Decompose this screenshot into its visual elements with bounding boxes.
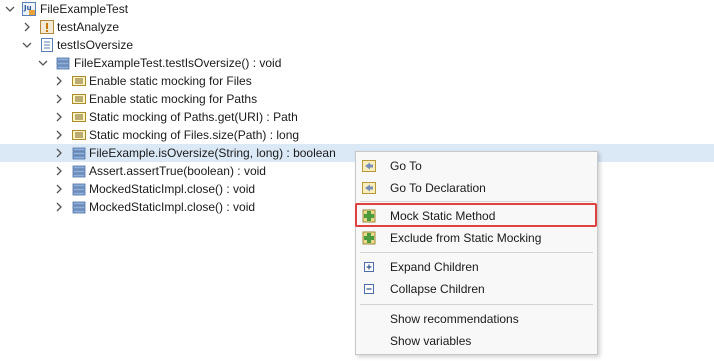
chevron-down-icon[interactable]: [5, 4, 15, 14]
go-to-icon: [362, 159, 376, 173]
menu-item-label: Expand Children: [390, 260, 479, 274]
chevron-right-icon[interactable]: [54, 94, 64, 104]
menu-item-collapse-children[interactable]: Collapse Children: [356, 278, 597, 300]
tree-item-label: FileExample.isOversize(String, long) : b…: [89, 146, 336, 160]
chevron-right-icon[interactable]: [54, 130, 64, 140]
menu-item-show-recommendations[interactable]: Show recommendations: [356, 308, 597, 330]
static-mock-icon: [72, 92, 86, 106]
menu-item-label: Show recommendations: [390, 312, 519, 326]
method-stack-icon: [72, 200, 86, 214]
tree-item-test-is-oversize[interactable]: testIsOversize: [0, 36, 714, 54]
method-stack-icon: [72, 146, 86, 160]
tree-item-label: FileExampleTest.testIsOversize() : void: [74, 56, 282, 70]
tree-item-label: Enable static mocking for Paths: [89, 92, 258, 106]
menu-item-label: Collapse Children: [390, 282, 485, 296]
test-class-icon: Ju: [22, 2, 36, 16]
static-mock-icon: [72, 128, 86, 142]
chevron-right-icon[interactable]: [54, 148, 64, 158]
static-mock-icon: [72, 74, 86, 88]
chevron-down-icon[interactable]: [22, 40, 32, 50]
method-stack-icon: [72, 182, 86, 196]
tree-item-child[interactable]: Enable static mocking for Paths: [0, 90, 714, 108]
tree-item-label: Static mocking of Files.size(Path) : lon…: [89, 128, 300, 142]
menu-item-go-to-declaration[interactable]: Go To Declaration: [356, 177, 597, 199]
menu-separator: [360, 252, 593, 253]
tree-root-label: FileExampleTest: [40, 2, 129, 16]
chevron-right-icon[interactable]: [22, 22, 32, 32]
menu-item-label: Exclude from Static Mocking: [390, 231, 542, 245]
tree-item-label: MockedStaticImpl.close() : void: [89, 200, 256, 214]
menu-separator: [360, 304, 593, 305]
tree-item-child[interactable]: Static mocking of Files.size(Path) : lon…: [0, 126, 714, 144]
tree-item-label: testIsOversize: [57, 38, 134, 52]
tree-item-child[interactable]: Enable static mocking for Files: [0, 72, 714, 90]
tree-item-label: Assert.assertTrue(boolean) : void: [89, 164, 266, 178]
method-stack-icon: [56, 56, 70, 70]
highlight-box: [355, 203, 597, 227]
tree-item-method[interactable]: FileExampleTest.testIsOversize() : void: [0, 54, 714, 72]
document-icon: [40, 38, 54, 52]
chevron-right-icon[interactable]: [54, 184, 64, 194]
chevron-right-icon[interactable]: [54, 112, 64, 122]
menu-item-go-to[interactable]: Go To: [356, 155, 597, 177]
tree-item-label: testAnalyze: [57, 20, 120, 34]
menu-item-expand-children[interactable]: Expand Children: [356, 256, 597, 278]
menu-separator: [360, 201, 593, 202]
chevron-right-icon[interactable]: [54, 202, 64, 212]
go-to-declaration-icon: [362, 181, 376, 195]
menu-item-label: Show variables: [390, 334, 472, 348]
menu-item-label: Go To: [390, 159, 422, 173]
exclude-static-icon: [362, 231, 376, 245]
tree-item-child[interactable]: Static mocking of Paths.get(URI) : Path: [0, 108, 714, 126]
menu-item-exclude-static[interactable]: Exclude from Static Mocking: [356, 227, 597, 249]
method-stack-icon: [72, 164, 86, 178]
context-menu: Go To Go To Declaration Mock Static Meth…: [355, 151, 598, 355]
chevron-right-icon[interactable]: [54, 166, 64, 176]
expand-icon: [362, 260, 376, 274]
test-warning-icon: [40, 20, 54, 34]
tree-root-row[interactable]: Ju FileExampleTest: [0, 0, 714, 18]
chevron-down-icon[interactable]: [38, 58, 48, 68]
collapse-icon: [362, 282, 376, 296]
tree-item-test-analyze[interactable]: testAnalyze: [0, 18, 714, 36]
menu-item-show-variables[interactable]: Show variables: [356, 330, 597, 352]
static-mock-icon: [72, 110, 86, 124]
chevron-right-icon[interactable]: [54, 76, 64, 86]
tree-item-label: Static mocking of Paths.get(URI) : Path: [89, 110, 298, 124]
tree-item-label: MockedStaticImpl.close() : void: [89, 182, 256, 196]
tree-item-label: Enable static mocking for Files: [89, 74, 252, 88]
menu-item-label: Go To Declaration: [390, 181, 486, 195]
